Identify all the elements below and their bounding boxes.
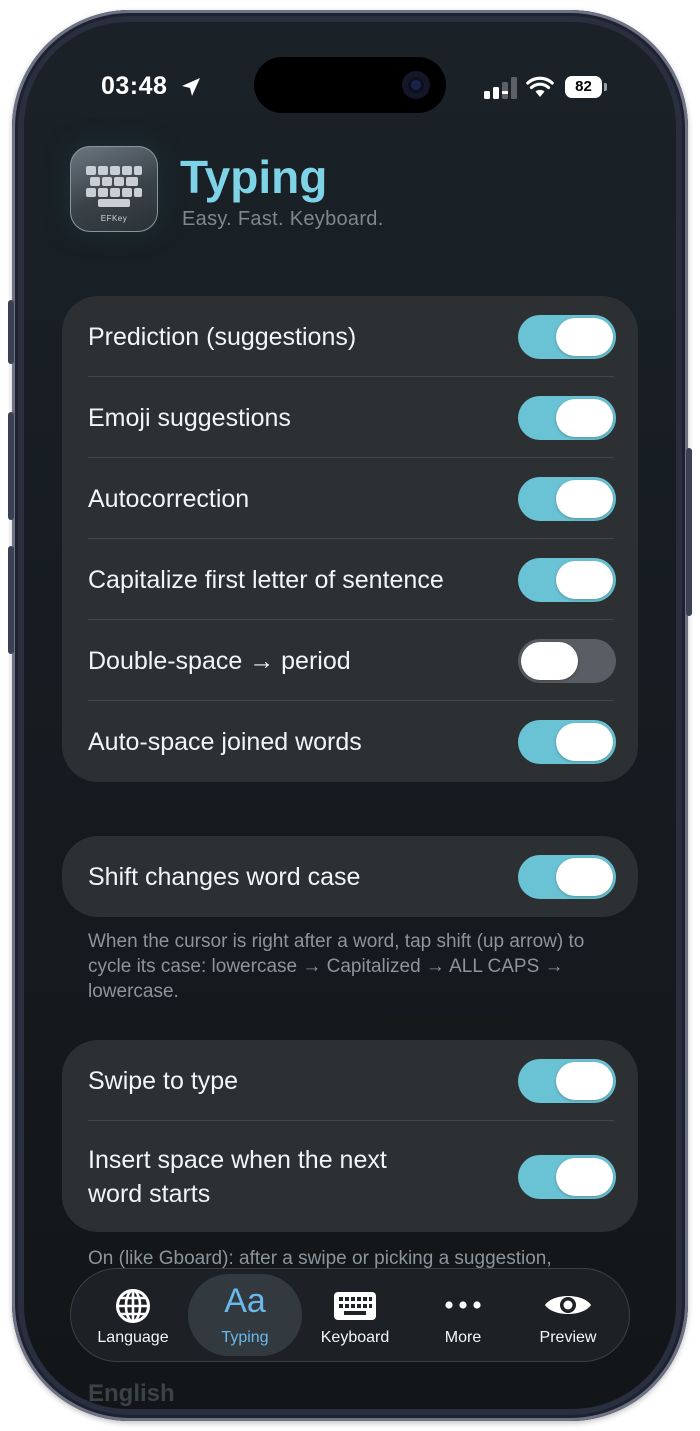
cellular-signal-icon xyxy=(484,77,517,99)
auto-space-toggle[interactable] xyxy=(518,719,616,764)
tab-label: Typing xyxy=(221,1329,269,1346)
wifi-icon xyxy=(526,76,554,97)
power-button xyxy=(686,448,692,616)
location-arrow-icon xyxy=(182,78,200,96)
setting-label: Emoji suggestions xyxy=(88,403,291,432)
setting-label: Auto-space joined words xyxy=(88,727,362,756)
setting-label: Swipe to type xyxy=(88,1066,239,1095)
emoji-suggestions-toggle[interactable] xyxy=(518,395,616,440)
setting-label: Insert space when the next word starts xyxy=(88,1145,387,1208)
setting-row-emoji-suggestions: Emoji suggestions xyxy=(62,377,638,458)
tab-keyboard[interactable]: Keyboard xyxy=(300,1274,410,1356)
setting-row-swipe: Swipe to type xyxy=(62,1040,638,1121)
insert-space-toggle[interactable] xyxy=(518,1154,616,1199)
page-title: Typing xyxy=(180,151,328,203)
shift-case-footnote: When the cursor is right after a word, t… xyxy=(88,931,585,1002)
setting-label: Shift changes word case xyxy=(88,862,361,891)
screen: 03:48 82 EFKey Typing Easy. Fast. Keyboa… xyxy=(24,22,676,1409)
shift-case-card: Shift changes word case xyxy=(62,836,638,917)
globe-icon xyxy=(116,1289,150,1323)
double-space-toggle[interactable] xyxy=(518,638,616,683)
battery-indicator: 82 xyxy=(565,76,607,98)
tab-label: More xyxy=(444,1329,482,1346)
action-button xyxy=(8,300,14,364)
setting-label: Prediction (suggestions) xyxy=(88,322,357,351)
tab-bar: Language Aa Typing Keyboard More Preview xyxy=(70,1268,630,1362)
tab-preview[interactable]: Preview xyxy=(513,1274,623,1356)
tab-label: Language xyxy=(97,1329,169,1346)
app-icon: EFKey xyxy=(70,146,158,232)
setting-row-autocorrection: Autocorrection xyxy=(62,458,638,539)
tab-more[interactable]: More xyxy=(408,1274,518,1356)
setting-row-auto-space: Auto-space joined words xyxy=(62,701,638,782)
eye-icon xyxy=(545,1296,591,1314)
camera-icon xyxy=(402,71,430,99)
shift-case-toggle[interactable] xyxy=(518,854,616,899)
keyboard-icon xyxy=(334,1292,376,1320)
setting-row-insert-space: Insert space when the next word starts xyxy=(62,1121,638,1232)
status-time: 03:48 xyxy=(101,72,168,100)
swipe-card: Swipe to type Insert space when the next… xyxy=(62,1040,638,1232)
autocorrection-toggle[interactable] xyxy=(518,476,616,521)
setting-row-shift-case: Shift changes word case xyxy=(62,836,638,917)
keyboard-logo-icon xyxy=(86,166,142,207)
page-subtitle: Easy. Fast. Keyboard. xyxy=(182,208,384,230)
tab-typing[interactable]: Aa Typing xyxy=(188,1274,302,1356)
setting-row-double-space: Double-space → period xyxy=(62,620,638,701)
volume-down-button xyxy=(8,546,14,654)
typing-aa-icon: Aa xyxy=(224,1282,266,1320)
battery-level: 82 xyxy=(565,76,602,98)
dynamic-island xyxy=(254,57,446,113)
tab-language[interactable]: Language xyxy=(78,1274,188,1356)
setting-label: Autocorrection xyxy=(88,484,250,513)
capitalize-toggle[interactable] xyxy=(518,557,616,602)
typing-options-card: Prediction (suggestions) Emoji suggestio… xyxy=(62,296,638,782)
tab-label: Preview xyxy=(539,1329,597,1346)
setting-row-prediction: Prediction (suggestions) xyxy=(62,296,638,377)
tab-label: Keyboard xyxy=(320,1329,390,1346)
section-header-faded: English xyxy=(88,1380,175,1407)
swipe-toggle[interactable] xyxy=(518,1058,616,1103)
app-icon-label: EFKey xyxy=(100,214,128,223)
setting-row-capitalize: Capitalize first letter of sentence xyxy=(62,539,638,620)
setting-label: Double-space → period xyxy=(88,646,351,675)
more-dots-icon xyxy=(445,1301,481,1309)
volume-up-button xyxy=(8,412,14,520)
setting-label: Capitalize first letter of sentence xyxy=(88,565,444,594)
prediction-toggle[interactable] xyxy=(518,314,616,359)
